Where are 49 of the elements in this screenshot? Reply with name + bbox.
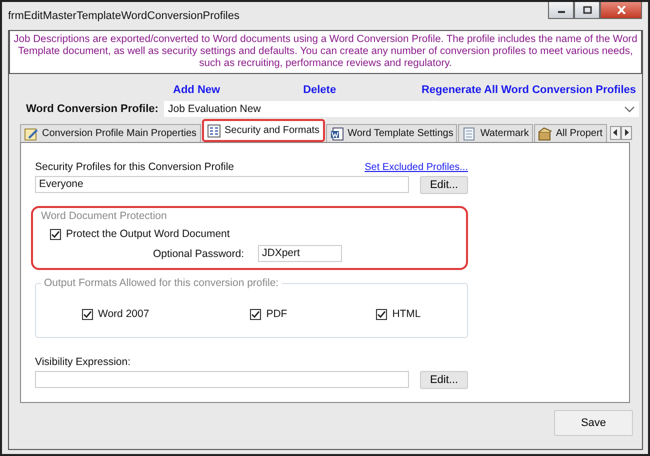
window-title: frmEditMasterTemplateWordConversionProfiles [8, 10, 240, 22]
checkbox[interactable] [50, 228, 61, 240]
checkbox[interactable] [250, 308, 262, 320]
tab-icon [24, 126, 38, 140]
checkbox-label: HTML [392, 308, 421, 320]
tab[interactable]: Word Template Settings [326, 124, 458, 142]
checkbox-label: PDF [266, 308, 288, 320]
minimize-button[interactable] [548, 2, 574, 19]
left-arrow-icon [612, 129, 618, 136]
profile-dropdown[interactable]: Job Evaluation New [164, 101, 639, 117]
check-icon [51, 230, 60, 238]
checkbox[interactable] [82, 308, 93, 320]
maximize-icon [582, 6, 592, 14]
scroll-left-button[interactable] [610, 126, 621, 140]
checkbox[interactable] [376, 308, 388, 320]
tab[interactable]: Watermark [458, 124, 533, 142]
field-label: Security Profiles for this Conversion Profile [35, 161, 234, 173]
action-link[interactable]: Delete [303, 84, 336, 96]
password-field[interactable]: JDXpert [258, 245, 342, 262]
visibility-expression-field[interactable] [35, 371, 409, 388]
right-arrow-icon [624, 129, 629, 136]
group-title: Output Formats Allowed for this conversion profile: [41, 277, 282, 289]
description-text: Job Descriptions are exported/converted to Word documents using a Word Conversion Profile. The profile includes the name of the Word Template document, as well as security settings and defaults. You can create any number of conversion profiles to meet various needs, such as recruiting, performance reviews and regulatory. [9, 30, 642, 74]
tab[interactable]: All Propert [534, 124, 607, 142]
checkbox-label: Word 2007 [98, 308, 150, 320]
action-link[interactable]: Regenerate All Word Conversion Profiles [421, 84, 636, 96]
edit-button[interactable]: Edit... [420, 176, 468, 194]
field-label: Word Conversion Profile: [25, 103, 160, 115]
tab[interactable]: Security and Formats [202, 119, 325, 142]
tab-icon [206, 124, 221, 138]
excluded-profiles-link[interactable]: Set Excluded Profiles... [364, 162, 468, 173]
check-icon [377, 310, 386, 318]
edit-button[interactable]: Edit... [420, 371, 468, 389]
tab-icon [538, 126, 552, 140]
field-label: Optional Password: [152, 248, 244, 260]
close-button[interactable] [600, 2, 642, 19]
tab-icon [462, 126, 476, 140]
check-icon [251, 310, 260, 318]
tab[interactable]: Conversion Profile Main Properties [20, 124, 201, 142]
security-profiles-field[interactable]: Everyone [35, 176, 409, 193]
save-button[interactable]: Save [554, 410, 633, 436]
maximize-button[interactable] [574, 2, 600, 19]
check-icon [83, 310, 92, 318]
scroll-right-button[interactable] [620, 126, 632, 140]
checkbox-label: Protect the Output Word Document [66, 228, 230, 240]
field-label: Visibility Expression: [35, 356, 132, 368]
close-icon [616, 6, 626, 14]
action-link[interactable]: Add New [173, 84, 220, 96]
chevron-down-icon [624, 106, 635, 112]
